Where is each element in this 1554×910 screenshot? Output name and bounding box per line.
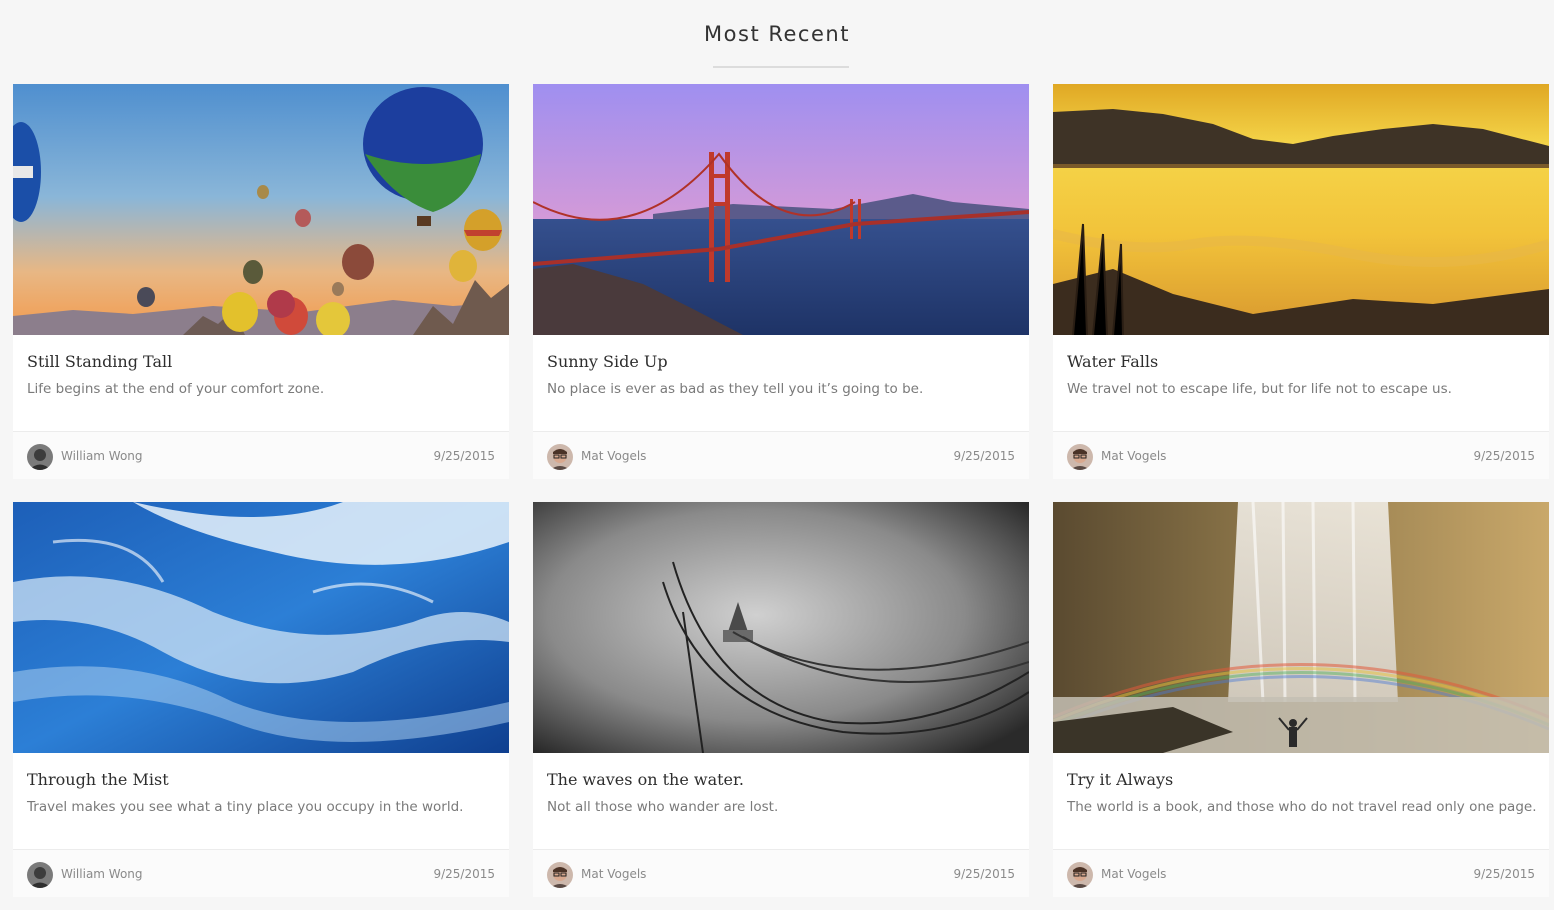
author-avatar[interactable] (27, 862, 53, 888)
author-name[interactable]: Mat Vogels (1101, 449, 1166, 463)
post-image-ocean-waves[interactable] (13, 502, 509, 753)
post-image-hot-air-balloons[interactable] (13, 84, 509, 335)
post-excerpt: We travel not to escape life, but for li… (1067, 381, 1452, 397)
post-date: 9/25/2015 (433, 449, 495, 463)
post-footer: William Wong 9/25/2015 (13, 849, 509, 897)
author-avatar[interactable] (547, 862, 573, 888)
post-footer: Mat Vogels 9/25/2015 (533, 431, 1029, 479)
post-excerpt: Life begins at the end of your comfort z… (27, 381, 325, 397)
author-name[interactable]: Mat Vogels (581, 449, 646, 463)
post-footer: Mat Vogels 9/25/2015 (533, 849, 1029, 897)
title-underline (713, 66, 849, 68)
author-avatar[interactable] (1067, 862, 1093, 888)
post-card-try-it-always[interactable]: Try it Always The world is a book, and t… (1053, 502, 1549, 897)
post-card-through-the-mist[interactable]: Through the Mist Travel makes you see wh… (13, 502, 509, 897)
post-title[interactable]: Through the Mist (27, 770, 169, 789)
post-title[interactable]: Try it Always (1067, 770, 1173, 789)
post-image-misty-cables[interactable] (533, 502, 1029, 753)
post-card-still-standing-tall[interactable]: Still Standing Tall Life begins at the e… (13, 84, 509, 479)
post-title[interactable]: Still Standing Tall (27, 352, 172, 371)
post-footer: Mat Vogels 9/25/2015 (1053, 431, 1549, 479)
author-avatar[interactable] (547, 444, 573, 470)
post-title[interactable]: The waves on the water. (547, 770, 744, 789)
author-name[interactable]: William Wong (61, 449, 143, 463)
post-excerpt: Travel makes you see what a tiny place y… (27, 799, 464, 815)
post-image-golden-lake[interactable] (1053, 84, 1549, 335)
post-footer: Mat Vogels 9/25/2015 (1053, 849, 1549, 897)
post-excerpt: No place is ever as bad as they tell you… (547, 381, 924, 397)
post-footer: William Wong 9/25/2015 (13, 431, 509, 479)
author-name[interactable]: Mat Vogels (1101, 867, 1166, 881)
post-date: 9/25/2015 (433, 867, 495, 881)
post-title[interactable]: Sunny Side Up (547, 352, 668, 371)
post-excerpt: Not all those who wander are lost. (547, 799, 779, 815)
post-excerpt: The world is a book, and those who do no… (1067, 799, 1537, 815)
author-name[interactable]: William Wong (61, 867, 143, 881)
post-image-waterfall-rainbow[interactable] (1053, 502, 1549, 753)
post-date: 9/25/2015 (953, 867, 1015, 881)
post-date: 9/25/2015 (1473, 449, 1535, 463)
post-card-water-falls[interactable]: Water Falls We travel not to escape life… (1053, 84, 1549, 479)
post-card-the-waves-on-the-water[interactable]: The waves on the water. Not all those wh… (533, 502, 1029, 897)
author-avatar[interactable] (27, 444, 53, 470)
post-title[interactable]: Water Falls (1067, 352, 1158, 371)
author-name[interactable]: Mat Vogels (581, 867, 646, 881)
author-avatar[interactable] (1067, 444, 1093, 470)
post-date: 9/25/2015 (1473, 867, 1535, 881)
post-card-sunny-side-up[interactable]: Sunny Side Up No place is ever as bad as… (533, 84, 1029, 479)
section-title: Most Recent (704, 22, 850, 46)
post-date: 9/25/2015 (953, 449, 1015, 463)
post-image-golden-gate-bridge[interactable] (533, 84, 1029, 335)
